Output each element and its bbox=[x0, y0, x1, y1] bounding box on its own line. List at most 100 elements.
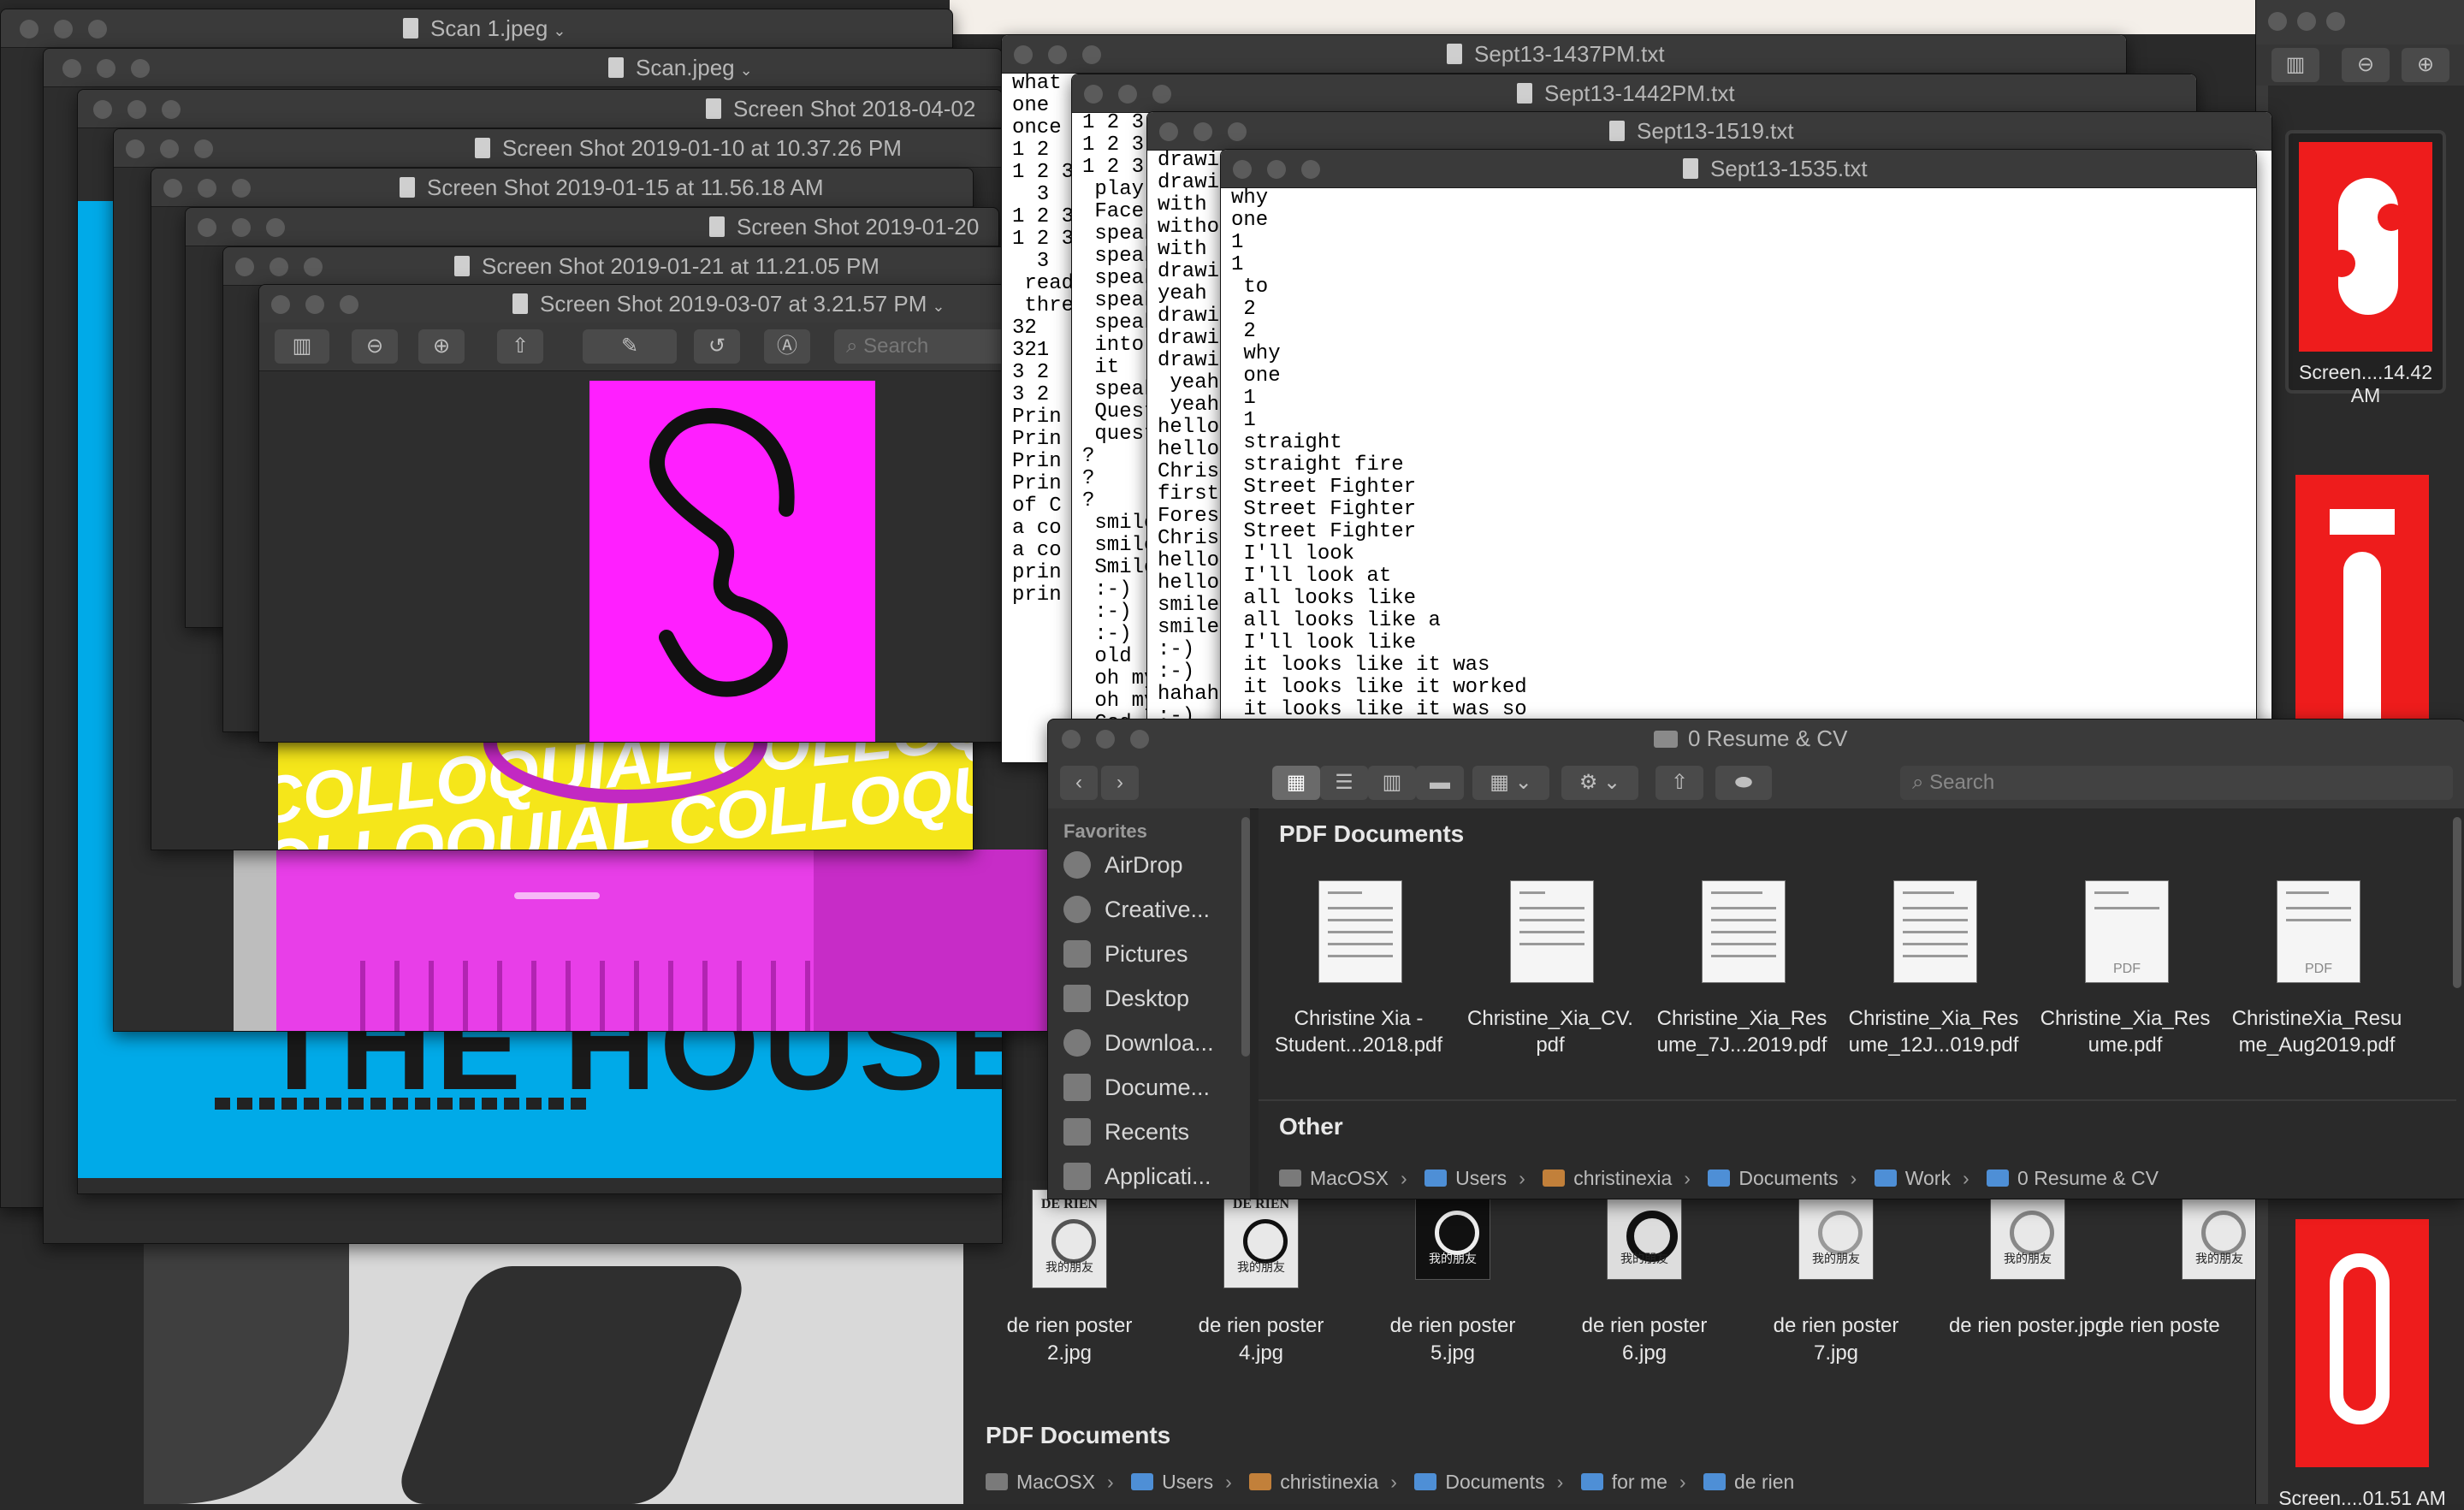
crumb[interactable]: Documents bbox=[1445, 1471, 1544, 1493]
group-icon[interactable]: ▦ ⌄ bbox=[1472, 766, 1549, 800]
forward-button[interactable]: › bbox=[1101, 766, 1139, 800]
zoom-button[interactable] bbox=[88, 20, 107, 38]
minimize-button[interactable] bbox=[1048, 45, 1067, 64]
close-button[interactable] bbox=[163, 179, 182, 198]
close-button[interactable] bbox=[235, 258, 254, 276]
list-view-icon[interactable]: ☰ bbox=[1320, 766, 1368, 800]
poster-thumb[interactable]: DE RIEN我的朋友 bbox=[1223, 1189, 1299, 1288]
finder-search-field[interactable]: ⌕ Search bbox=[1900, 766, 2453, 800]
zoom-out-icon[interactable]: ⊖ bbox=[352, 329, 398, 364]
chevron-down-icon[interactable]: ⌄ bbox=[740, 62, 753, 79]
file-name[interactable]: Christine_Xia_Res ume.pdf bbox=[2029, 1005, 2222, 1058]
zoom-button[interactable] bbox=[1228, 122, 1247, 141]
zoom-button[interactable] bbox=[1152, 85, 1171, 104]
minimize-button[interactable] bbox=[1267, 160, 1286, 179]
zoom-button[interactable] bbox=[340, 295, 358, 314]
crumb[interactable]: MacOSX bbox=[1016, 1471, 1095, 1493]
sidebar-item-desktop[interactable]: Desktop bbox=[1063, 980, 1189, 1017]
sidebar-item-applications[interactable]: Applicati... bbox=[1063, 1158, 1211, 1195]
close-button[interactable] bbox=[271, 295, 290, 314]
close-button[interactable] bbox=[198, 218, 216, 237]
preview-thumb-3[interactable] bbox=[2295, 1219, 2429, 1467]
close-button[interactable] bbox=[1159, 122, 1178, 141]
sidebar-scrollbar[interactable] bbox=[1241, 817, 1250, 1057]
gear-icon[interactable]: ⚙ ⌄ bbox=[1561, 766, 1638, 800]
zoom-button[interactable] bbox=[194, 139, 213, 158]
close-button[interactable] bbox=[1014, 45, 1033, 64]
sidebar-item-downloads[interactable]: Downloa... bbox=[1063, 1024, 1214, 1062]
minimize-button[interactable] bbox=[97, 59, 116, 78]
zoom-button[interactable] bbox=[304, 258, 323, 276]
tag-icon[interactable]: ⬬ bbox=[1715, 766, 1772, 800]
sidebar-toggle-icon[interactable]: ▥ bbox=[2272, 48, 2319, 82]
search-field[interactable]: ⌕ Search bbox=[834, 329, 1012, 364]
preview-thumb-2[interactable] bbox=[2295, 475, 2429, 723]
poster-name[interactable]: de rien poste bbox=[2101, 1312, 2255, 1340]
pdf-thumb[interactable] bbox=[1702, 880, 1786, 983]
crumb[interactable]: Documents bbox=[1738, 1167, 1838, 1189]
sidebar-toggle-icon[interactable]: ▥ bbox=[275, 329, 329, 364]
gallery-view-icon[interactable]: ▬ bbox=[1416, 766, 1464, 800]
zoom-button[interactable] bbox=[266, 218, 285, 237]
zoom-out-icon[interactable]: ⊖ bbox=[2342, 48, 2390, 82]
chevron-down-icon[interactable]: ⌄ bbox=[932, 298, 945, 315]
sidebar-item-airdrop[interactable]: AirDrop bbox=[1063, 846, 1183, 884]
zoom-button[interactable] bbox=[162, 100, 181, 119]
rotate-icon[interactable]: ↺ bbox=[694, 329, 740, 364]
sidebar-item-pictures[interactable]: Pictures bbox=[1063, 935, 1188, 973]
crumb[interactable]: for me bbox=[1612, 1471, 1667, 1493]
close-button[interactable] bbox=[2268, 12, 2287, 31]
zoom-button[interactable] bbox=[232, 179, 251, 198]
close-button[interactable] bbox=[126, 139, 145, 158]
content-scrollbar[interactable] bbox=[2453, 817, 2461, 988]
text-body[interactable]: 1 2 31 2 31 2 3 play Face speak speak sp… bbox=[1082, 112, 1156, 735]
chevron-down-icon[interactable]: ⌄ bbox=[553, 22, 566, 39]
pdf-thumb[interactable] bbox=[1510, 880, 1594, 983]
zoom-button[interactable] bbox=[1301, 160, 1320, 179]
minimize-button[interactable] bbox=[232, 218, 251, 237]
crumb[interactable]: 0 Resume & CV bbox=[2017, 1167, 2159, 1189]
minimize-button[interactable] bbox=[198, 179, 216, 198]
text-body[interactable]: why one 1 1 to 2 2 why one 1 1 straight str… bbox=[1231, 187, 1527, 721]
preview-thumb-1[interactable]: Screen....14.42 AM bbox=[2285, 130, 2446, 406]
file-name[interactable]: Christine_Xia_Res ume_7J...2019.pdf bbox=[1645, 1005, 1839, 1058]
close-button[interactable] bbox=[1233, 160, 1252, 179]
share-icon[interactable]: ⇧ bbox=[497, 329, 543, 364]
share-icon[interactable]: ⇧ bbox=[1656, 766, 1703, 800]
minimize-button[interactable] bbox=[160, 139, 179, 158]
poster-name[interactable]: de rien poster 4.jpg bbox=[1167, 1312, 1355, 1367]
poster-name[interactable]: de rien poster 7.jpg bbox=[1742, 1312, 1930, 1367]
minimize-button[interactable] bbox=[1096, 730, 1115, 749]
sidebar-item-documents[interactable]: Docume... bbox=[1063, 1069, 1210, 1106]
file-name[interactable]: Christine Xia - Student...2018.pdf bbox=[1262, 1005, 1455, 1058]
poster-name[interactable]: de rien poster 2.jpg bbox=[975, 1312, 1164, 1367]
zoom-button[interactable] bbox=[131, 59, 150, 78]
sidebar-item-creative[interactable]: Creative... bbox=[1063, 891, 1210, 928]
minimize-button[interactable] bbox=[2297, 12, 2316, 31]
markup-pen-icon[interactable]: ✎ bbox=[583, 329, 677, 364]
close-button[interactable] bbox=[1084, 85, 1103, 104]
zoom-in-icon[interactable]: ⊕ bbox=[418, 329, 465, 364]
sidebar-item-recents[interactable]: Recents bbox=[1063, 1113, 1189, 1151]
file-name[interactable]: ChristineXia_Resu me_Aug2019.pdf bbox=[2220, 1005, 2414, 1058]
back-button[interactable]: ‹ bbox=[1060, 766, 1098, 800]
close-button[interactable] bbox=[62, 59, 81, 78]
poster-name[interactable]: de rien poster 5.jpg bbox=[1359, 1312, 1547, 1367]
close-button[interactable] bbox=[1062, 730, 1081, 749]
crumb[interactable]: christinexia bbox=[1280, 1471, 1378, 1493]
zoom-button[interactable] bbox=[1130, 730, 1149, 749]
poster-name[interactable]: de rien poster 6.jpg bbox=[1550, 1312, 1738, 1367]
crumb[interactable]: Work bbox=[1905, 1167, 1951, 1189]
file-name[interactable]: Christine_Xia_Res ume_12J...019.pdf bbox=[1837, 1005, 2030, 1058]
minimize-button[interactable] bbox=[127, 100, 146, 119]
zoom-in-icon[interactable]: ⊕ bbox=[2402, 48, 2449, 82]
pdf-thumb[interactable]: PDF bbox=[2085, 880, 2169, 983]
pdf-thumb[interactable]: PDF bbox=[2277, 880, 2360, 983]
minimize-button[interactable] bbox=[305, 295, 324, 314]
minimize-button[interactable] bbox=[270, 258, 288, 276]
crumb[interactable]: christinexia bbox=[1573, 1167, 1672, 1189]
close-button[interactable] bbox=[93, 100, 112, 119]
crumb[interactable]: de rien bbox=[1734, 1471, 1794, 1493]
file-name[interactable]: Christine_Xia_CV. pdf bbox=[1454, 1005, 1647, 1058]
minimize-button[interactable] bbox=[1118, 85, 1137, 104]
